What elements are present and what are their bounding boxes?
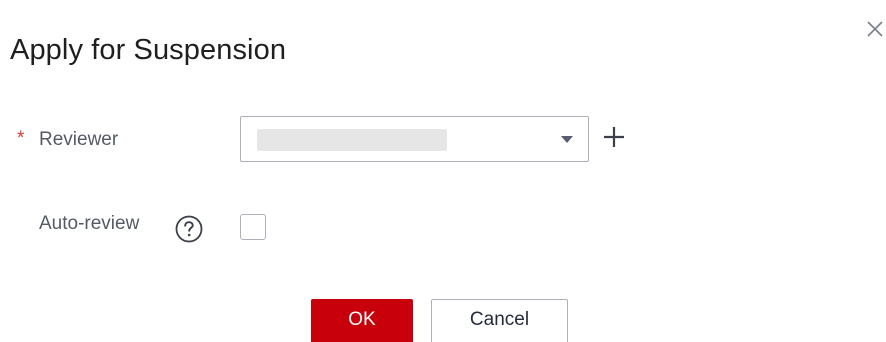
apply-suspension-dialog: Apply for Suspension * Reviewer Auto-rev… <box>0 0 886 342</box>
reviewer-select-value <box>257 129 447 151</box>
auto-review-label: Auto-review <box>39 213 140 234</box>
reviewer-label: Reviewer <box>39 129 119 150</box>
reviewer-select[interactable] <box>240 116 589 162</box>
cancel-button[interactable]: Cancel <box>431 299 568 342</box>
auto-review-checkbox[interactable] <box>240 214 266 240</box>
dialog-title: Apply for Suspension <box>10 34 287 66</box>
auto-review-help[interactable] <box>174 214 204 244</box>
caret-down-icon <box>561 136 573 143</box>
required-mark: * <box>17 128 25 149</box>
add-reviewer-button[interactable] <box>601 124 627 150</box>
plus-icon <box>604 127 624 147</box>
close-icon <box>867 21 883 37</box>
ok-button[interactable]: OK <box>311 299 413 342</box>
close-button[interactable] <box>864 14 886 44</box>
question-circle-icon <box>175 215 203 243</box>
